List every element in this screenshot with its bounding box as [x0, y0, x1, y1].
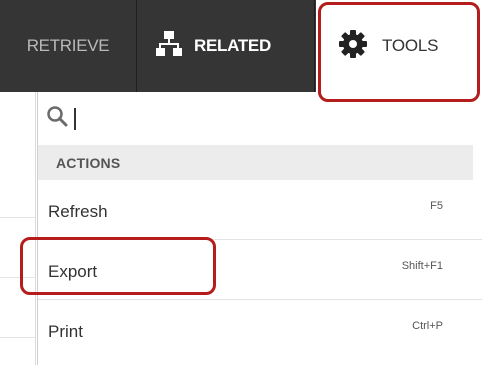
grid-line: [0, 277, 36, 278]
tab-divider: [314, 0, 315, 92]
menu-item-print[interactable]: Print Ctrl+P: [38, 300, 482, 360]
gear-icon: [338, 29, 368, 64]
menu-item-shortcut: Shift+F1: [401, 260, 443, 272]
menu-item-label: Export: [48, 262, 98, 281]
section-title: ACTIONS: [56, 154, 121, 171]
tab-related[interactable]: RELATED: [138, 0, 313, 92]
tab-retrieve-label: RETRIEVE: [26, 36, 110, 55]
menu-item-label: Print: [48, 322, 83, 341]
sitemap-icon: [156, 30, 182, 63]
background-grid-edge: [0, 92, 36, 365]
search-row: [38, 92, 482, 145]
tab-tools-label: TOOLS: [382, 36, 439, 55]
tab-related-label: RELATED: [194, 36, 271, 55]
top-toolbar: RETRIEVE RELATED TOOLS: [0, 0, 482, 92]
grid-line: [0, 337, 36, 338]
search-input[interactable]: [84, 107, 384, 130]
menu-item-refresh[interactable]: Refresh F5: [38, 180, 482, 240]
menu-item-shortcut: Ctrl+P: [412, 320, 443, 332]
menu-item-label: Refresh: [48, 202, 108, 221]
grid-line: [0, 217, 36, 218]
section-header-actions: ACTIONS: [38, 145, 473, 180]
search-icon: [46, 105, 68, 132]
tab-divider: [136, 0, 137, 92]
menu-item-shortcut: F5: [430, 200, 443, 212]
tab-retrieve[interactable]: RETRIEVE: [0, 0, 136, 92]
tools-dropdown: ACTIONS Refresh F5 Export Shift+F1 Print…: [37, 92, 482, 365]
menu-item-export[interactable]: Export Shift+F1: [38, 240, 482, 300]
tab-tools[interactable]: TOOLS: [316, 0, 482, 92]
text-caret: [74, 107, 76, 130]
